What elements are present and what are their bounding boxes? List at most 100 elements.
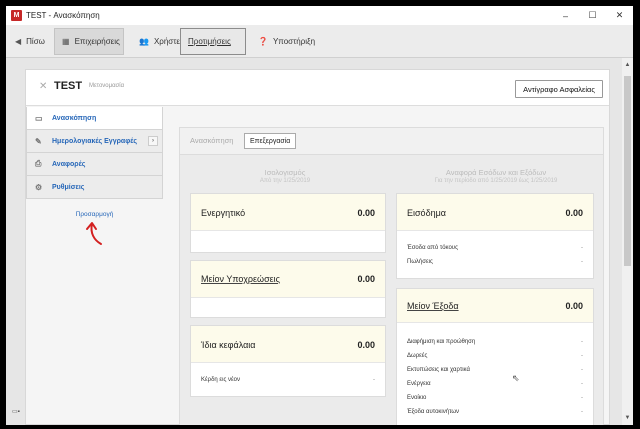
liabilities-card: Μείον Υποχρεώσεις 0.00 (190, 260, 386, 318)
expenses-card: Μείον Έξοδα 0.00 Διαφήμιση και προώθηση … (396, 288, 594, 425)
gears-icon: ⚙ (35, 182, 43, 192)
liabilities-title: Μείον Υποχρεώσεις (201, 274, 280, 284)
balance-sheet-title[interactable]: Ισολογισμός (190, 168, 380, 177)
account-row[interactable]: Διαφήμιση και προώθηση - (407, 336, 583, 348)
printer-icon: ⎙ (35, 159, 42, 168)
income-statement-heading: Αναφορά Εσόδων και Εξόδων Για την περίοδ… (396, 168, 596, 184)
assets-title: Ενεργητικό (201, 208, 246, 218)
expand-icon[interactable]: › (148, 136, 158, 146)
assets-card: Ενεργητικό 0.00 (190, 193, 386, 253)
account-row[interactable]: Κέρδη εις νέον - (201, 374, 375, 386)
sidebar-item-overview[interactable]: ▭ Ανασκόπηση (26, 107, 163, 130)
assets-value: 0.00 (357, 208, 375, 218)
equity-value: 0.00 (357, 340, 375, 350)
sidebar-item-label: Αναφορές (52, 160, 86, 168)
account-label: Ενέργεια (407, 381, 431, 387)
expenses-value: 0.00 (565, 301, 583, 311)
account-value: - (581, 381, 583, 387)
account-label: Διαφήμιση και προώθηση (407, 339, 476, 345)
equity-card: Ίδια κεφάλαια 0.00 Κέρδη εις νέον - (190, 325, 386, 397)
account-label: Δωρεές (407, 353, 428, 359)
income-header[interactable]: Εισόδημα 0.00 (397, 194, 593, 231)
account-value: - (581, 395, 583, 401)
app-window: M TEST - Ανασκόπηση – ☐ ✕ ◀ Πίσω ▦ Επιχε… (6, 6, 633, 425)
sidebar: ▭ Ανασκόπηση ✎ Ημερολογιακές Εγγραφές › … (26, 107, 163, 218)
nav-back-label: Πίσω (26, 37, 45, 46)
sidebar-item-label: Ανασκόπηση (52, 114, 97, 122)
income-value: 0.00 (565, 208, 583, 218)
back-arrow-icon: ◀ (15, 37, 22, 46)
income-statement-title[interactable]: Αναφορά Εσόδων και Εξόδων (396, 168, 596, 177)
nav-preferences-tab[interactable]: Προτιμήσεις (180, 28, 246, 55)
liabilities-value: 0.00 (357, 274, 375, 284)
title-bar: M TEST - Ανασκόπηση – ☐ ✕ (6, 6, 633, 25)
rename-link[interactable]: Μετονομασία (89, 83, 124, 89)
account-label: Πωλήσεις (407, 259, 433, 265)
sidebar-item-settings[interactable]: ⚙ Ρυθμίσεις (26, 176, 163, 199)
maximize-button[interactable]: ☐ (579, 6, 606, 25)
account-value: - (581, 259, 583, 265)
mouse-cursor-icon: ⇖ (512, 373, 520, 383)
customize-link[interactable]: Προσαρμογή (26, 211, 163, 218)
account-label: Κέρδη εις νέον (201, 377, 241, 383)
account-value: - (581, 367, 583, 373)
tab-overview[interactable]: Ανασκόπηση (190, 136, 233, 145)
vertical-scrollbar[interactable]: ▲ ▼ (622, 58, 633, 425)
window-title: TEST - Ανασκόπηση (26, 11, 100, 20)
equity-header[interactable]: Ίδια κεφάλαια 0.00 (191, 326, 385, 363)
income-title: Εισόδημα (407, 208, 446, 218)
nav-help-label: Υποστήριξη (272, 37, 316, 46)
account-row[interactable]: Έσοδα από τόκους - (407, 242, 583, 254)
close-button[interactable]: ✕ (606, 6, 633, 25)
expenses-header[interactable]: Μείον Έξοδα 0.00 (397, 289, 593, 323)
account-row[interactable]: Έξοδα αυτοκινήτων - (407, 406, 583, 418)
top-navbar: ◀ Πίσω ▦ Επιχειρήσεις 👥 Χρήστες Προτιμήσ… (6, 25, 633, 58)
monitor-icon: ▭ (35, 113, 43, 123)
account-row[interactable]: Ενοίκιο - (407, 392, 583, 404)
account-value: - (581, 339, 583, 345)
account-label: Ενοίκιο (407, 395, 427, 401)
building-icon: ▦ (62, 37, 70, 46)
status-icon[interactable]: ▭▪ (12, 408, 20, 415)
account-value: - (581, 353, 583, 359)
business-header: ✕ TEST Μετονομασία Αντίγραφο Ασφαλείας (26, 70, 609, 106)
account-row[interactable]: Δωρεές - (407, 350, 583, 362)
question-icon: ❓ (258, 37, 268, 46)
liabilities-header[interactable]: Μείον Υποχρεώσεις 0.00 (191, 261, 385, 298)
account-value: - (581, 409, 583, 415)
balance-sheet-heading: Ισολογισμός Από την 1/25/2019 (190, 168, 380, 184)
account-label: Έξοδα αυτοκινήτων (407, 409, 460, 415)
scroll-down-icon[interactable]: ▼ (622, 413, 633, 423)
nav-help-tab[interactable]: ❓ Υποστήριξη (251, 28, 322, 55)
minimize-button[interactable]: – (552, 6, 579, 25)
users-icon: 👥 (139, 37, 149, 46)
account-label: Έσοδα από τόκους (407, 245, 458, 251)
nav-preferences-label: Προτιμήσεις (188, 37, 231, 46)
account-row[interactable]: Πωλήσεις - (407, 256, 583, 268)
sidebar-item-label: Ημερολογιακές Εγγραφές (52, 137, 138, 145)
expenses-title: Μείον Έξοδα (407, 301, 459, 311)
business-card: ✕ TEST Μετονομασία Αντίγραφο Ασφαλείας ▭… (25, 69, 610, 425)
account-label: Εκτυπώσεις και χαρτικά (407, 367, 470, 373)
backup-button[interactable]: Αντίγραφο Ασφαλείας (515, 80, 603, 98)
overview-panel: Ανασκόπηση Επεξεργασία Ισολογισμός Από τ… (179, 127, 604, 425)
business-name: TEST (54, 80, 83, 92)
edit-button[interactable]: Επεξεργασία (244, 133, 297, 149)
account-value: - (581, 245, 583, 251)
account-value: - (373, 377, 375, 383)
scroll-up-icon[interactable]: ▲ (622, 60, 633, 70)
app-logo-icon: M (11, 10, 22, 21)
nav-businesses-tab[interactable]: ▦ Επιχειρήσεις (54, 28, 124, 55)
pencil-icon: ✎ (35, 136, 42, 146)
assets-header[interactable]: Ενεργητικό 0.00 (191, 194, 385, 231)
tab-strip: Ανασκόπηση Επεξεργασία (180, 128, 603, 155)
account-row[interactable]: Εκτυπώσεις και χαρτικά - (407, 364, 583, 376)
nav-back-button[interactable]: ◀ Πίσω (8, 28, 52, 55)
account-row[interactable]: Ενέργεια - (407, 378, 583, 390)
close-business-icon[interactable]: ✕ (39, 81, 47, 92)
sidebar-item-reports[interactable]: ⎙ Αναφορές (26, 153, 163, 176)
nav-businesses-label: Επιχειρήσεις (74, 37, 120, 46)
sidebar-item-journal-entries[interactable]: ✎ Ημερολογιακές Εγγραφές › (26, 130, 163, 153)
income-card: Εισόδημα 0.00 Έσοδα από τόκους - Πωλήσει… (396, 193, 594, 279)
scroll-thumb[interactable] (624, 76, 631, 266)
